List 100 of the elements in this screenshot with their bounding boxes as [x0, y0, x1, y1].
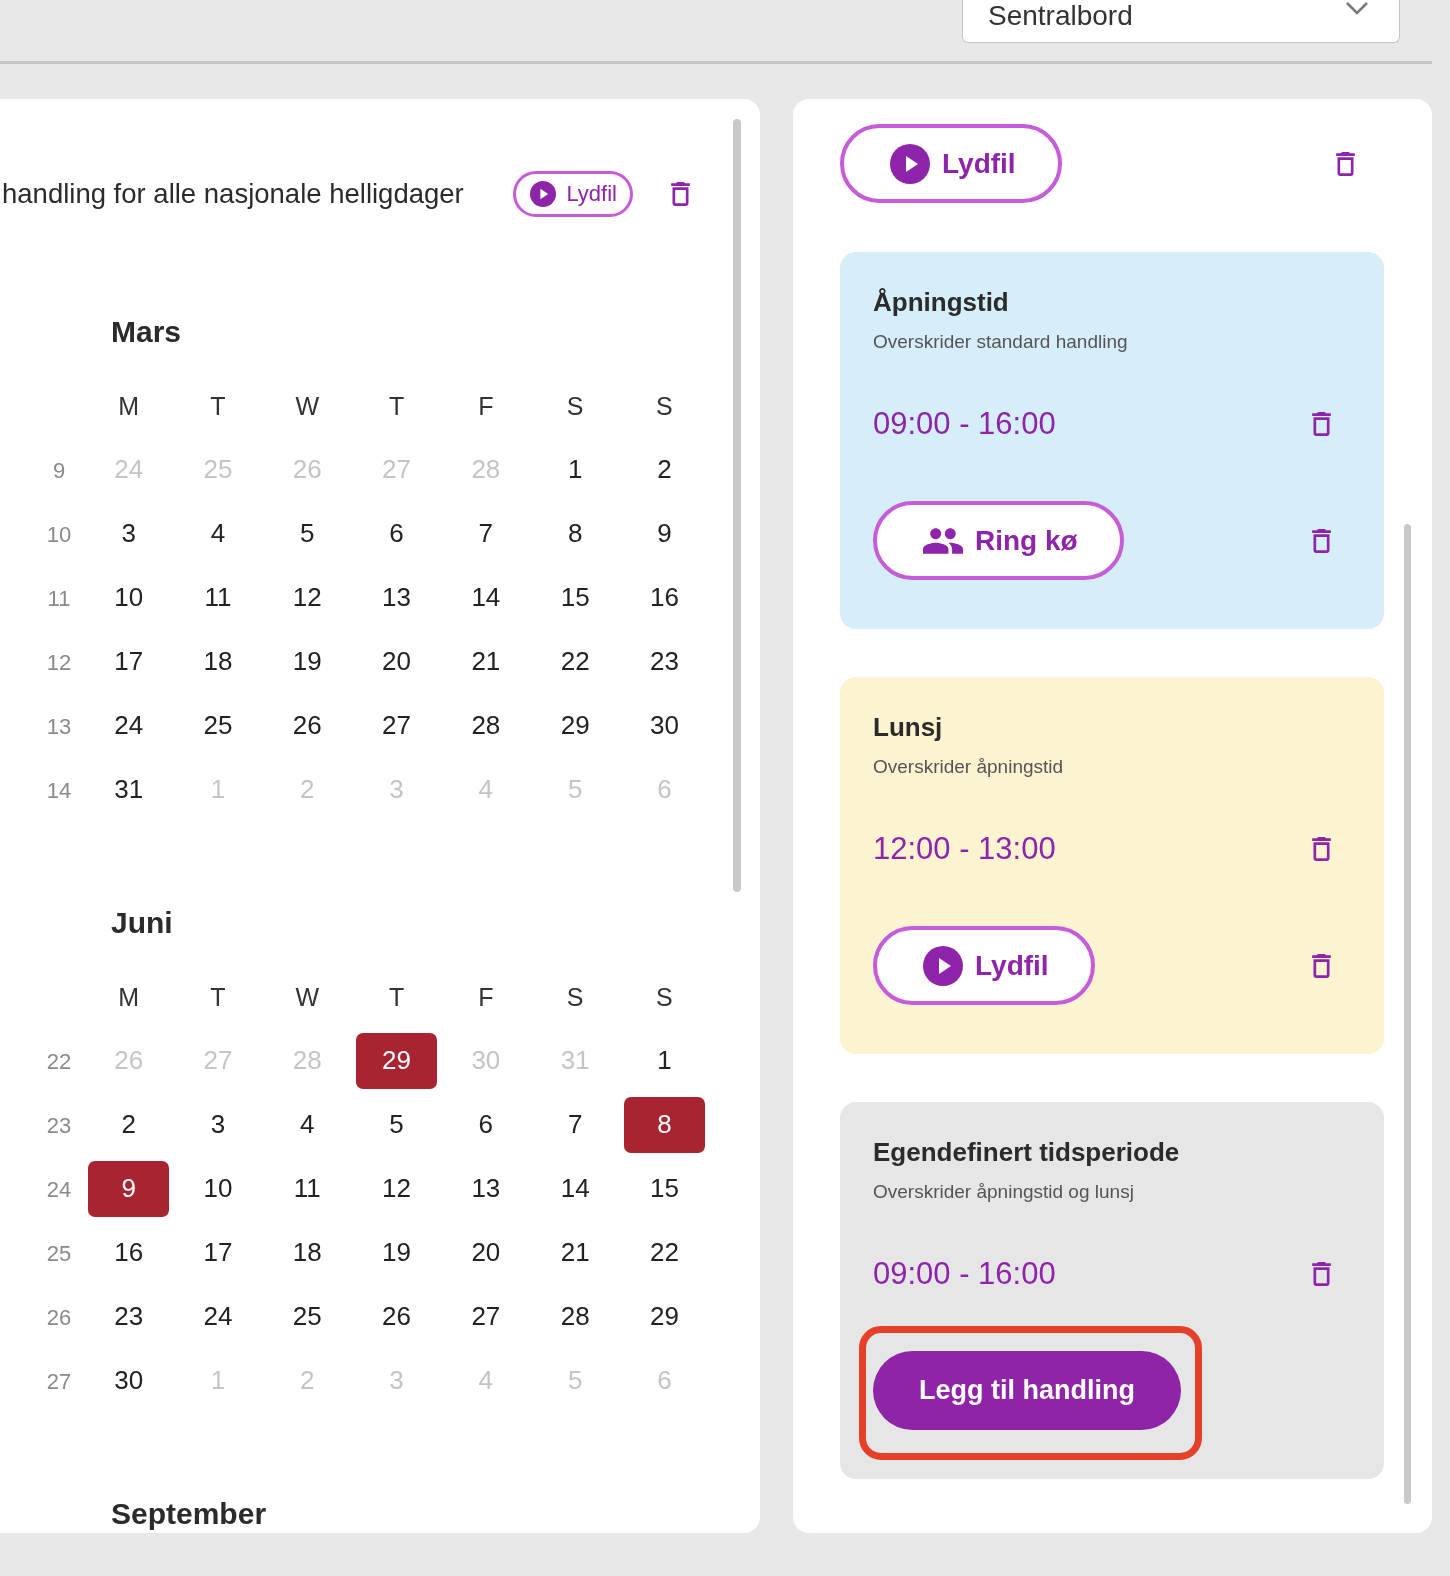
- calendar-day[interactable]: 25: [292, 1302, 322, 1332]
- weekday-label: S: [566, 982, 584, 1014]
- trash-icon[interactable]: [1312, 528, 1331, 553]
- calendar-day[interactable]: 23: [649, 647, 679, 677]
- calendar-day[interactable]: 22: [560, 647, 590, 677]
- calendar-day[interactable]: 4: [300, 1110, 315, 1140]
- calendar-day[interactable]: 24: [114, 711, 144, 741]
- calendar-day[interactable]: 26: [382, 1302, 411, 1332]
- week-number: 22: [46, 1047, 72, 1076]
- calendar-day[interactable]: 30: [649, 711, 679, 741]
- calendar-day[interactable]: 15: [560, 583, 590, 613]
- play-icon: [530, 181, 557, 207]
- calendar-day[interactable]: 19: [382, 1238, 411, 1268]
- week-number: 23: [46, 1111, 72, 1140]
- calendar-day[interactable]: 25: [203, 711, 233, 741]
- calendar-day[interactable]: 3: [210, 1110, 226, 1140]
- calendar-day[interactable]: 17: [203, 1238, 233, 1268]
- calendar-day[interactable]: 8: [623, 1097, 705, 1153]
- week-number: 25: [46, 1239, 72, 1268]
- calendar-day[interactable]: 28: [471, 711, 501, 741]
- calendar-day[interactable]: 29: [560, 711, 590, 741]
- calendar-day[interactable]: 30: [114, 1366, 144, 1396]
- calendar-day[interactable]: 18: [203, 647, 233, 677]
- queue-button[interactable]: Ring kø: [873, 501, 1124, 580]
- weekday-label: W: [295, 982, 320, 1014]
- period-title: Lunsj: [873, 711, 944, 744]
- trash-icon[interactable]: [1336, 151, 1355, 176]
- calendar-day[interactable]: 6: [389, 519, 404, 549]
- calendar-day[interactable]: 26: [292, 711, 322, 741]
- calendar-day[interactable]: 6: [478, 1110, 494, 1140]
- calendar-day[interactable]: 29: [649, 1302, 679, 1332]
- calendar-day[interactable]: 9: [88, 1161, 170, 1217]
- calendar-day[interactable]: 16: [114, 1238, 144, 1268]
- calendar-day[interactable]: 29: [356, 1033, 438, 1089]
- calendar-day[interactable]: 22: [649, 1238, 679, 1268]
- calendar-day[interactable]: 1: [567, 455, 583, 485]
- calendar-day[interactable]: 11: [293, 1174, 321, 1204]
- play-icon: [890, 143, 930, 184]
- select-field[interactable]: Sentralbord: [962, 0, 1400, 43]
- calendar-day[interactable]: 23: [114, 1302, 144, 1332]
- calendar-day[interactable]: 12: [292, 583, 322, 613]
- calendar-day[interactable]: 27: [382, 711, 411, 741]
- calendar-day[interactable]: 24: [203, 1302, 233, 1332]
- calendar-day[interactable]: 5: [300, 519, 315, 549]
- weekday-label: T: [388, 982, 405, 1014]
- trash-icon[interactable]: [1312, 412, 1331, 436]
- calendar-day[interactable]: 12: [382, 1174, 411, 1204]
- trash-icon[interactable]: [671, 182, 690, 206]
- calendar-day[interactable]: 14: [471, 583, 501, 613]
- week-number: 11: [47, 584, 71, 613]
- calendar-day[interactable]: 27: [471, 1302, 501, 1332]
- calendar-day[interactable]: 8: [567, 519, 583, 549]
- time-range[interactable]: 09:00 - 16:00: [873, 404, 1056, 444]
- calendar-day[interactable]: 3: [121, 519, 136, 549]
- trash-icon[interactable]: [1312, 1262, 1331, 1286]
- add-action-button[interactable]: Legg til handling: [873, 1351, 1181, 1430]
- calendar-day[interactable]: 1: [657, 1046, 672, 1076]
- calendar-day[interactable]: 20: [382, 647, 411, 677]
- calendar-day[interactable]: 21: [560, 1238, 590, 1268]
- week-number: 13: [46, 712, 72, 741]
- week-number: 10: [46, 520, 72, 549]
- calendar-day[interactable]: 7: [478, 519, 494, 549]
- time-range[interactable]: 12:00 - 13:00: [873, 829, 1056, 869]
- period-title: Egendefinert tidsperiode: [873, 1136, 1181, 1169]
- weekday-label: S: [656, 982, 673, 1014]
- calendar-day[interactable]: 16: [649, 583, 679, 613]
- calendar-day[interactable]: 28: [560, 1302, 590, 1332]
- calendar-day[interactable]: 2: [657, 455, 672, 485]
- calendar-day[interactable]: 31: [114, 775, 144, 805]
- scrollbar[interactable]: [733, 119, 741, 892]
- week-number: 26: [46, 1303, 72, 1332]
- time-range[interactable]: 09:00 - 16:00: [873, 1254, 1056, 1294]
- calendar-day[interactable]: 7: [567, 1110, 583, 1140]
- audio-button[interactable]: Lydfil: [840, 124, 1062, 203]
- calendar-day[interactable]: 10: [203, 1174, 233, 1204]
- period-subtitle: Overskrider åpningstid og lunsj: [873, 1180, 1135, 1204]
- calendar-day[interactable]: 9: [657, 519, 672, 549]
- trash-icon[interactable]: [1312, 837, 1331, 861]
- calendar-day[interactable]: 20: [471, 1238, 501, 1268]
- calendar-day[interactable]: 10: [114, 583, 144, 613]
- calendar-day[interactable]: 2: [121, 1110, 136, 1140]
- period-title: Åpningstid: [873, 286, 1010, 319]
- calendar-day[interactable]: 21: [471, 647, 501, 677]
- calendar-day[interactable]: 17: [114, 647, 144, 677]
- play-icon: [923, 945, 963, 986]
- calendar-day[interactable]: 18: [292, 1238, 322, 1268]
- calendar-day[interactable]: 13: [382, 583, 411, 613]
- calendar-day[interactable]: 19: [292, 647, 322, 677]
- scrollbar[interactable]: [1404, 524, 1411, 1504]
- audio-button[interactable]: Lydfil: [873, 926, 1095, 1005]
- month-title: September: [111, 1497, 267, 1531]
- calendar-day[interactable]: 15: [649, 1174, 679, 1204]
- calendar-day[interactable]: 11: [204, 583, 232, 613]
- calendar-day[interactable]: 4: [210, 519, 226, 549]
- calendar-day[interactable]: 14: [560, 1174, 590, 1204]
- people-icon: [923, 527, 963, 554]
- trash-icon[interactable]: [1312, 953, 1331, 978]
- calendar-day[interactable]: 5: [389, 1110, 404, 1140]
- calendar-day[interactable]: 13: [471, 1174, 501, 1204]
- audio-button[interactable]: Lydfil: [513, 171, 633, 217]
